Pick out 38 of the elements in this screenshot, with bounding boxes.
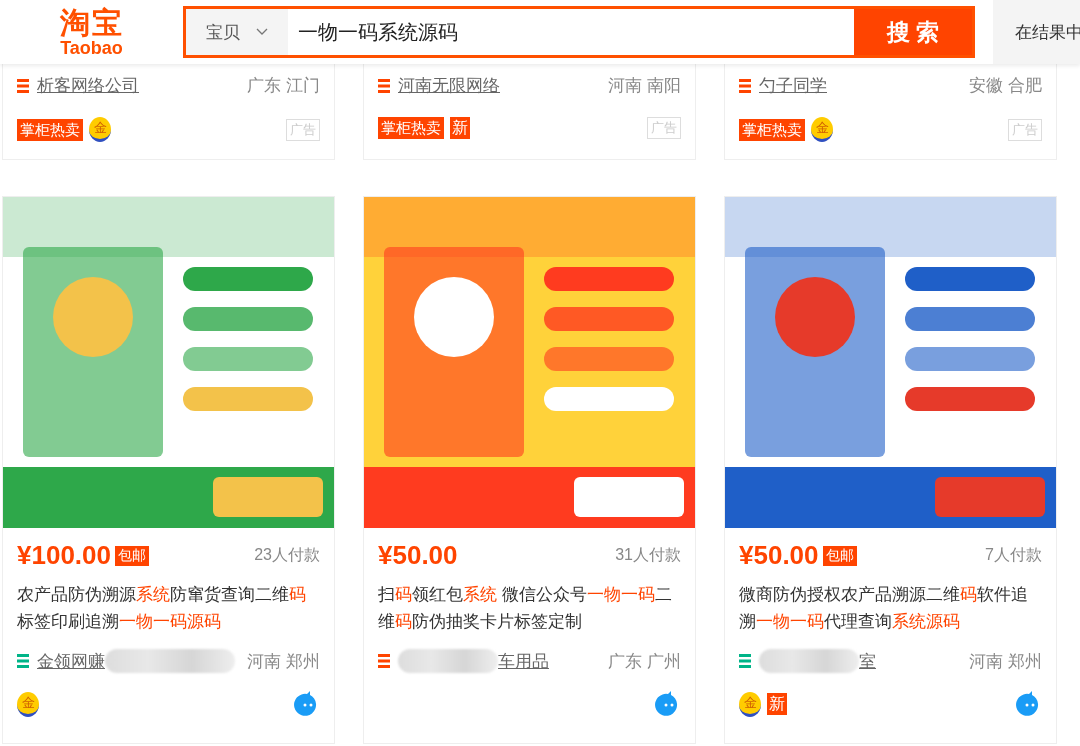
shop-link[interactable]: 勺子同学 bbox=[759, 74, 827, 97]
new-tag: 新 bbox=[767, 693, 787, 715]
product-title[interactable]: 农产品防伪溯源系统防窜货查询二维码 标签印刷追溯一物一码源码 bbox=[17, 581, 320, 635]
sales-count: 23人付款 bbox=[254, 545, 320, 565]
search-button[interactable]: 搜 索 bbox=[854, 9, 972, 55]
location: 河南 郑州 bbox=[247, 650, 320, 673]
shop-link[interactable]: 河南无限网络 bbox=[398, 74, 500, 97]
seller-medal-badge: 金 bbox=[17, 691, 39, 717]
hot-seller-tag: 掌柜热卖 bbox=[378, 117, 444, 139]
location: 广东 江门 bbox=[247, 75, 320, 97]
taobao-logo[interactable]: 淘宝 Taobao bbox=[0, 7, 183, 57]
price: ¥50.00 bbox=[378, 540, 458, 571]
location: 河南 南阳 bbox=[608, 75, 681, 97]
category-dropdown[interactable]: 宝贝 bbox=[186, 9, 288, 55]
sales-count: 31人付款 bbox=[615, 545, 681, 565]
seller-medal-badge: 金 bbox=[739, 691, 761, 717]
shop-link[interactable]: 析客网络公司 bbox=[37, 74, 139, 97]
product-title[interactable]: 扫码领红包系统 微信公众号一物一码二维码防伪抽奖卡片标签定制 bbox=[378, 581, 681, 635]
free-shipping-tag: 包邮 bbox=[822, 545, 857, 566]
shop-link[interactable]: 车用品 bbox=[498, 649, 549, 673]
price: ¥50.00 bbox=[739, 540, 819, 571]
location: 安徽 合肥 bbox=[969, 75, 1042, 97]
price: ¥100.00 bbox=[17, 540, 111, 571]
shop-link[interactable]: 室 bbox=[859, 649, 876, 673]
search-in-results-button[interactable]: 在结果中 bbox=[993, 0, 1080, 64]
hot-seller-tag: 掌柜热卖 bbox=[17, 118, 83, 141]
search-field[interactable]: 宝贝 一物一码系统源码 搜 索 bbox=[183, 6, 975, 58]
product-title[interactable]: 微商防伪授权农产品溯源二维码软件追溯一物一码代理查询系统源码 bbox=[739, 581, 1042, 635]
shop-link[interactable]: 金领网赚 bbox=[37, 649, 105, 673]
sales-count: 7人付款 bbox=[985, 545, 1042, 565]
new-tag: 新 bbox=[450, 117, 470, 139]
location: 河南 郑州 bbox=[969, 650, 1042, 673]
hot-seller-tag: 掌柜热卖 bbox=[739, 118, 805, 141]
location: 广东 广州 bbox=[608, 650, 681, 673]
chevron-down-icon bbox=[256, 28, 268, 36]
free-shipping-tag: 包邮 bbox=[115, 545, 149, 566]
seller-medal-badge: 金 bbox=[89, 117, 111, 142]
seller-medal-badge: 金 bbox=[811, 117, 833, 142]
